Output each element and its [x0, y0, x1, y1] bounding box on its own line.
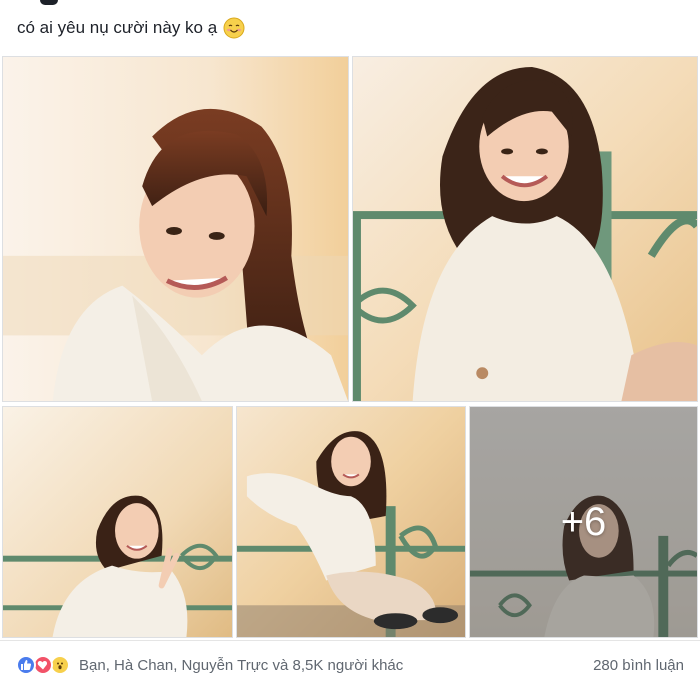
reactions-text: Bạn, Hà Chan, Nguyễn Trực và 8,5K người … — [79, 656, 404, 674]
more-photos-count: +6 — [560, 499, 607, 544]
like-icon — [16, 655, 36, 675]
smiling-face-emoji-icon — [223, 17, 245, 39]
comments-count-link[interactable]: 280 bình luận — [593, 657, 684, 674]
reaction-icons — [16, 655, 70, 675]
photo-5[interactable]: +6 — [469, 406, 698, 638]
photo-4[interactable] — [236, 406, 466, 638]
post-footer: Bạn, Hà Chan, Nguyễn Trực và 8,5K người … — [0, 640, 700, 689]
wow-icon — [50, 655, 70, 675]
photo-2[interactable] — [352, 56, 698, 402]
reactions-summary[interactable]: Bạn, Hà Chan, Nguyễn Trực và 8,5K người … — [16, 655, 403, 675]
more-photos-overlay[interactable]: +6 — [470, 407, 697, 637]
love-icon — [33, 655, 53, 675]
post-caption-text: có ai yêu nụ cười này ko ạ — [17, 18, 218, 37]
post-caption: có ai yêu nụ cười này ko ạ — [17, 17, 245, 39]
cropped-header-element — [40, 0, 58, 5]
photo-3[interactable] — [2, 406, 233, 638]
post-header: có ai yêu nụ cười này ko ạ — [0, 0, 700, 54]
photo-gallery: +6 — [0, 54, 700, 640]
photo-1[interactable] — [2, 56, 349, 402]
